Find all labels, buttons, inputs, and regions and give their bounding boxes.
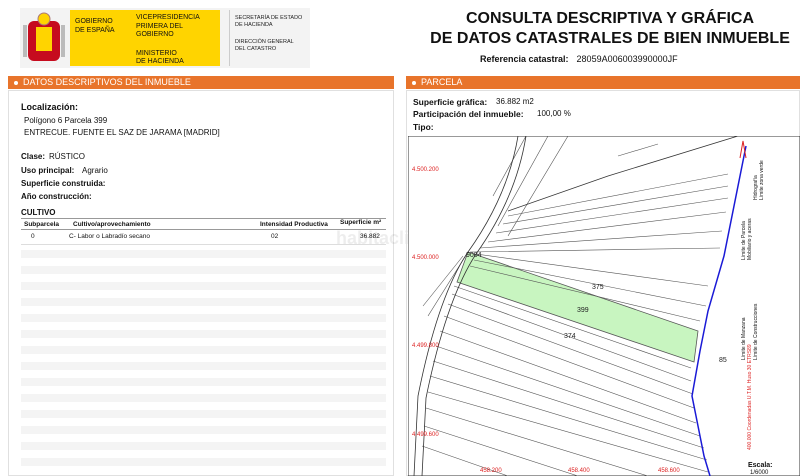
parcel-label-highlight: 399 (577, 307, 589, 314)
uso-label: Uso principal: (21, 166, 75, 175)
referencia-catastral: Referencia catastral: 28059A006003990000J… (480, 54, 678, 64)
escala-value: 1/6000 (750, 470, 769, 476)
empty-row (21, 330, 386, 338)
secretaria-label: SECRETARÍA DE ESTADO DE HACIENDA DIRECCI… (229, 10, 309, 66)
vicepresidencia-label: VICEPRESIDENCIA PRIMERA DEL GOBIERNO MIN… (128, 10, 220, 66)
table-header-rule (21, 229, 386, 230)
sec-line4: DEL CATASTRO (235, 46, 277, 52)
empty-row (21, 298, 386, 306)
empty-row (21, 250, 386, 258)
sec-line1: SECRETARÍA DE ESTADO (235, 15, 303, 21)
coat-of-arms-icon (23, 12, 65, 61)
superficie-construida-label: Superficie construida: (21, 179, 106, 188)
parcela-bar: PARCELA (406, 76, 800, 89)
gob-line2: DE ESPAÑA (75, 27, 115, 34)
y-label: 4.499.800 (412, 343, 439, 349)
table-top-rule (21, 218, 386, 219)
empty-row (21, 442, 386, 450)
vice-line3: MINISTERIO (136, 49, 177, 57)
empty-row (21, 458, 386, 466)
y-label: 4.500.200 (412, 167, 439, 173)
localizacion-line2: ENTRECUE. FUENTE EL SAZ DE JARAMA [MADRI… (24, 128, 220, 137)
map-legend: Límite de Parcela Mobiliario y aceras Hi… (739, 140, 769, 470)
y-label: 4.500.000 (412, 255, 439, 261)
empty-row (21, 378, 386, 386)
datos-descriptivos-bar: DATOS DESCRIPTIVOS DEL INMUEBLE (8, 76, 394, 89)
table-row-rule (21, 244, 386, 245)
parcel-label: 9004 (466, 252, 482, 259)
anio-construccion-label: Año construcción: (21, 192, 92, 201)
td-subparcela: 0 (31, 233, 35, 240)
uso-value: Agrario (82, 166, 108, 175)
participacion-label: Participación del inmueble: (413, 109, 524, 119)
vice-line4: DE HACIENDA (136, 58, 184, 65)
gobierno-label: GOBIERNO DE ESPAÑA (70, 10, 128, 66)
datos-bar-label: DATOS DESCRIPTIVOS DEL INMUEBLE (23, 77, 191, 87)
escala-label: Escala: (748, 462, 773, 469)
sec-line3: DIRECCIÓN GENERAL (235, 39, 294, 45)
td-intensidad: 02 (271, 233, 279, 240)
empty-row (21, 410, 386, 418)
empty-row (21, 314, 386, 322)
superficie-grafica-label: Superficie gráfica: (413, 97, 488, 107)
ref-label: Referencia catastral: (480, 54, 569, 64)
crs-note: 400.000 Coordenadas U.T.M. Huso 30 ETRS8… (747, 344, 753, 450)
localizacion-label: Localización: (21, 102, 79, 112)
parcela-bar-label: PARCELA (421, 77, 463, 87)
legend-item: Límite zona verde (759, 160, 765, 200)
vice-line2: PRIMERA DEL GOBIERNO (136, 22, 183, 39)
th-cultivo: Cultivo/aprovechamiento (73, 221, 151, 228)
vice-line1: VICEPRESIDENCIA (136, 14, 200, 21)
ref-value: 28059A006003990000JF (576, 54, 678, 64)
document-title-line1: CONSULTA DESCRIPTIVA Y GRÁFICA (465, 10, 754, 27)
empty-row (21, 266, 386, 274)
th-superficie: Superficie m² (340, 219, 382, 226)
empty-row (21, 346, 386, 354)
td-cultivo: C- Labor o Labradío secano (69, 233, 150, 240)
parcel-label: 85 (719, 357, 727, 364)
clase-value: RÚSTICO (49, 152, 85, 161)
th-subparcela: Subparcela (24, 221, 60, 228)
superficie-grafica-value: 36.882 m2 (496, 97, 534, 106)
empty-row (21, 282, 386, 290)
empty-row (21, 362, 386, 370)
participacion-value: 100,00 % (537, 109, 571, 118)
localizacion-line1: Polígono 6 Parcela 399 (24, 116, 108, 125)
th-intensidad: Intensidad Productiva (260, 221, 328, 228)
tipo-label: Tipo: (413, 122, 434, 132)
x-label: 458.400 (568, 468, 590, 474)
clase-label: Clase: (21, 152, 46, 161)
empty-row (21, 394, 386, 402)
x-label: 458.600 (658, 468, 680, 474)
parcel-label: 374 (564, 333, 576, 340)
parcel-label: 375 (592, 284, 604, 291)
y-label: 4.499.600 (412, 432, 439, 438)
empty-row (21, 426, 386, 434)
x-label: 458.200 (480, 468, 502, 474)
cultivo-title: CULTIVO (21, 208, 56, 217)
sec-line2: DE HACIENDA (235, 22, 273, 28)
document-title-line2: DE DATOS CATASTRALES DE BIEN INMUEBLE (430, 30, 790, 47)
legend-item: Mobiliario y aceras (747, 218, 753, 260)
legend-item: Límite de Construcciones (753, 303, 759, 360)
gob-line1: GOBIERNO (75, 18, 113, 25)
